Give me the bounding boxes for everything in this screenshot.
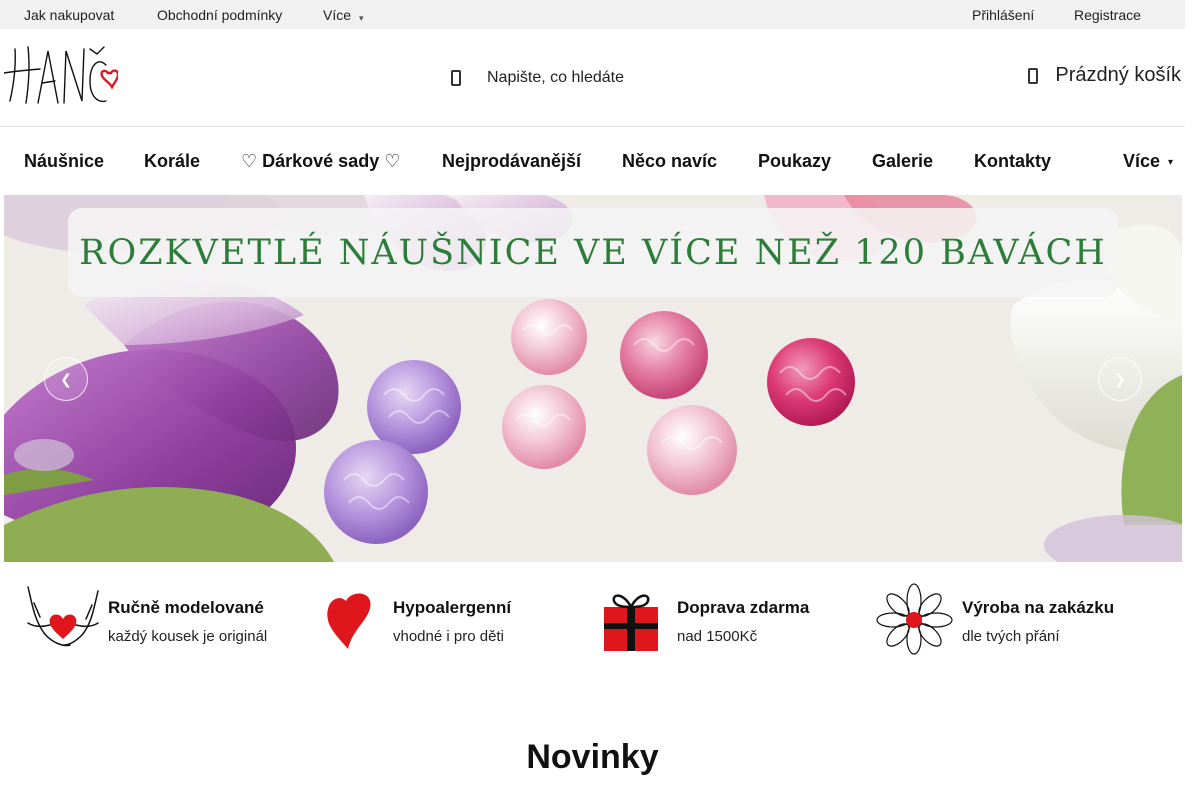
- gift-icon: [596, 583, 674, 655]
- hero-slider[interactable]: ROZKVETLÉ NÁUŠNICE VE VÍCE NEŽ 120 BAVÁC…: [4, 195, 1182, 562]
- feature-custom-made: Výroba na zakázku dle tvých přání: [876, 583, 1176, 655]
- nav-item-bestsellers[interactable]: Nejprodávanější: [442, 151, 581, 172]
- nav-item-earrings[interactable]: Náušnice: [24, 151, 104, 172]
- main-navigation: Náušnice Korále ♡ Dárkové sady ♡ Nejprod…: [0, 127, 1185, 195]
- register-link[interactable]: Registrace: [1074, 7, 1141, 23]
- chevron-down-icon: ▾: [1168, 157, 1174, 168]
- section-title-new-products: Novinky: [526, 738, 659, 776]
- hands-heart-icon: [24, 583, 102, 655]
- feature-title: Doprava zdarma: [677, 598, 810, 617]
- feature-title: Hypoalergenní: [393, 598, 512, 617]
- nav-more-label: Více: [1123, 151, 1161, 171]
- top-utility-bar: Jak nakupovat Obchodní podmínky Více ▾ Př…: [0, 0, 1185, 29]
- feature-handmade: Ručně modelované každý kousek je originá…: [24, 583, 304, 655]
- chevron-down-icon: ▾: [359, 13, 364, 23]
- feature-subtitle: vhodné i pro děti: [393, 628, 504, 645]
- nav-item-beads[interactable]: Korále: [144, 151, 200, 172]
- site-header: Napište, co hledáte Prázdný košík: [0, 29, 1185, 127]
- search-icon[interactable]: [450, 67, 476, 89]
- nav-item-extras[interactable]: Něco navíc: [622, 151, 717, 172]
- feature-subtitle: nad 1500Kč: [677, 628, 758, 645]
- feature-title: Ručně modelované: [108, 598, 264, 617]
- feature-title: Výroba na zakázku: [962, 598, 1115, 617]
- cart-icon: [1027, 65, 1041, 87]
- login-link[interactable]: Přihlášení: [972, 7, 1034, 23]
- cart-label: Prázdný košík: [1055, 64, 1181, 86]
- feature-free-shipping: Doprava zdarma nad 1500Kč: [596, 583, 876, 655]
- logo-signature-icon: [3, 46, 120, 104]
- chevron-left-icon: ❮: [60, 370, 72, 387]
- flower-icon: [876, 583, 954, 655]
- search-input[interactable]: Napište, co hledáte: [487, 69, 624, 87]
- feature-hypoallergenic: Hypoalergenní vhodné i pro děti: [310, 583, 590, 655]
- nav-more-menu[interactable]: Více ▾: [1123, 151, 1173, 172]
- topbar-more-menu[interactable]: Více ▾: [323, 7, 364, 23]
- topbar-link-terms[interactable]: Obchodní podmínky: [157, 7, 282, 23]
- feature-subtitle: každý kousek je originál: [108, 628, 268, 645]
- cart-button[interactable]: Prázdný košík: [1027, 64, 1181, 87]
- logo[interactable]: [3, 43, 120, 105]
- nav-item-gallery[interactable]: Galerie: [872, 151, 933, 172]
- nav-item-contacts[interactable]: Kontakty: [974, 151, 1051, 172]
- slider-prev-button[interactable]: ❮: [44, 357, 88, 401]
- chevron-right-icon: ❯: [1114, 370, 1126, 387]
- nav-item-gift-sets[interactable]: ♡ Dárkové sady ♡: [241, 151, 400, 172]
- slider-next-button[interactable]: ❯: [1098, 357, 1142, 401]
- heart-icon: [310, 583, 388, 655]
- topbar-more-label: Více: [323, 7, 352, 23]
- hero-banner: ROZKVETLÉ NÁUŠNICE VE VÍCE NEŽ 120 BAVÁC…: [68, 208, 1118, 297]
- search-bar[interactable]: Napište, co hledáte: [450, 65, 624, 91]
- feature-subtitle: dle tvých přání: [962, 628, 1060, 645]
- topbar-link-how-to-shop[interactable]: Jak nakupovat: [24, 7, 114, 23]
- nav-item-vouchers[interactable]: Poukazy: [758, 151, 831, 172]
- hero-banner-text: ROZKVETLÉ NÁUŠNICE VE VÍCE NEŽ 120 BAVÁC…: [79, 232, 1107, 273]
